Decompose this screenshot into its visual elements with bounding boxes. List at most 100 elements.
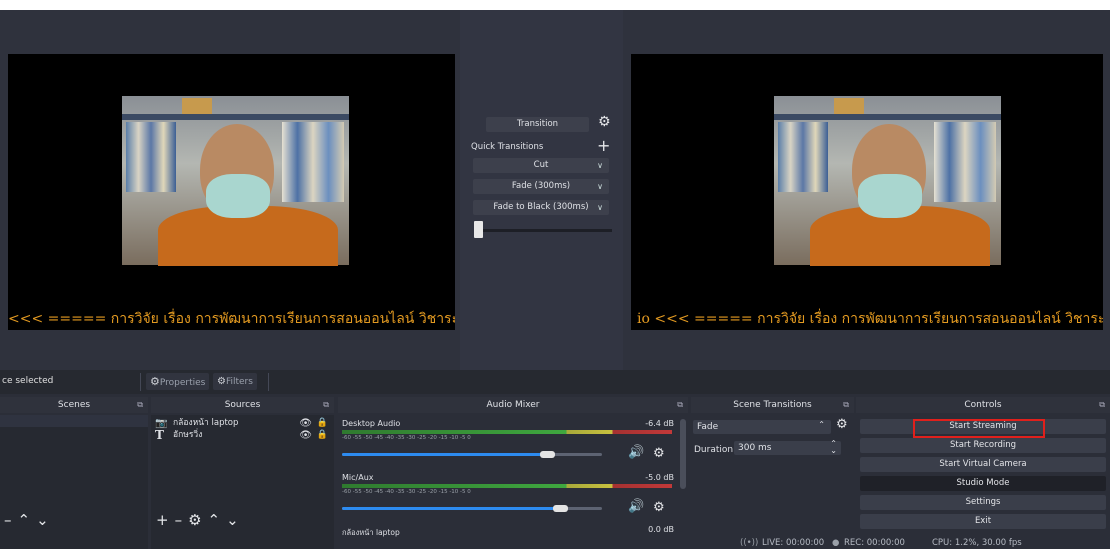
live-broadcast-icon: ((•)) <box>740 538 759 548</box>
audio-mixer-title: Audio Mixer <box>486 400 540 410</box>
quick-transition-fade[interactable]: Fade (300ms) ∨ <box>473 179 609 194</box>
transition-select-value: Fade <box>697 422 719 432</box>
studio-preview-area: <<< ===== การวิจัย เรื่อง การพัฒนาการเรี… <box>0 10 1110 370</box>
lock-icon[interactable]: 🔒 <box>317 429 328 442</box>
list-item[interactable]: T อักษรวิ่ง 👁 🔒 <box>151 429 334 442</box>
dock-float-icon[interactable]: ⧉ <box>137 397 143 413</box>
scenes-title: Scenes <box>57 400 91 410</box>
visibility-eye-icon[interactable]: 👁 <box>299 429 312 442</box>
move-down-icon[interactable]: ⌄ <box>36 511 55 529</box>
mixer-channel-db: -5.0 dB <box>645 473 674 482</box>
sources-dock: Sources ⧉ 📷 กล้องหน้า laptop 👁 🔒 T อักษรว… <box>151 397 334 549</box>
controls-dock: Controls ⧉ Start Streaming Start Recordin… <box>856 397 1110 549</box>
volume-slider-handle[interactable] <box>540 451 555 458</box>
properties-label: Properties <box>159 378 206 388</box>
rec-time: REC: 00:00:00 <box>844 538 905 548</box>
filter-icon: ⚙ <box>217 376 226 387</box>
context-divider <box>140 373 141 391</box>
transition-panel: Transition ⚙ Quick Transitions + Cut ∨ Fa… <box>460 10 623 370</box>
rec-dot-icon: ● <box>832 538 840 548</box>
meter-scale: -60 -55 -50 -45 -40 -35 -30 -25 -20 -15 … <box>342 435 471 441</box>
scene-toolbar: –⌃⌄ <box>4 511 55 529</box>
no-source-selected-label: ce selected <box>2 376 54 386</box>
quick-transition-fade-to-black[interactable]: Fade to Black (300ms) ∨ <box>473 200 609 215</box>
duration-label: Duration <box>694 445 734 455</box>
tbar-track[interactable] <box>476 229 612 232</box>
scene-transitions-title: Scene Transitions <box>733 400 812 410</box>
transition-settings-gear-icon[interactable]: ⚙ <box>598 114 611 130</box>
list-item[interactable] <box>0 415 148 427</box>
dock-float-icon[interactable]: ⧉ <box>323 397 329 413</box>
duration-input[interactable]: 300 ms ⌃ ⌄ <box>734 439 841 455</box>
chevron-down-icon[interactable]: ∨ <box>597 179 603 194</box>
volume-slider-fill[interactable] <box>342 507 562 510</box>
remove-source-icon[interactable]: – <box>175 511 189 529</box>
quick-transition-label: Fade (300ms) <box>511 181 571 191</box>
duration-value: 300 ms <box>738 443 772 453</box>
status-bar: ((•)) LIVE: 00:00:00 ● REC: 00:00:00 CPU… <box>690 538 1110 549</box>
move-up-icon[interactable]: ⌃ <box>18 511 37 529</box>
source-settings-gear-icon[interactable]: ⚙ <box>188 511 207 529</box>
source-name: อักษรวิ่ง <box>173 430 203 440</box>
start-recording-button[interactable]: Start Recording <box>860 438 1106 453</box>
quick-transition-cut[interactable]: Cut ∨ <box>473 158 609 173</box>
speaker-icon[interactable]: 🔊 <box>628 499 644 514</box>
quick-transition-label: Fade to Black (300ms) <box>493 202 589 212</box>
move-up-icon[interactable]: ⌃ <box>208 511 227 529</box>
webcam-source <box>122 96 349 266</box>
context-divider <box>268 373 269 391</box>
live-time: LIVE: 00:00:00 <box>762 538 825 548</box>
chevron-down-icon[interactable]: ∨ <box>597 158 603 173</box>
properties-button[interactable]: ⚙Properties <box>146 373 210 390</box>
start-virtual-camera-button[interactable]: Start Virtual Camera <box>860 457 1106 472</box>
volume-slider-fill[interactable] <box>342 453 548 456</box>
audio-meter <box>342 430 672 434</box>
channel-settings-gear-icon[interactable]: ⚙ <box>653 446 665 461</box>
mixer-channel-db: 0.0 dB <box>648 525 674 534</box>
program-canvas: io <<< ===== การวิจัย เรื่อง การพัฒนาการ… <box>631 54 1103 330</box>
studio-mode-button[interactable]: Studio Mode <box>860 476 1106 491</box>
dock-float-icon[interactable]: ⧉ <box>1099 397 1105 413</box>
controls-title: Controls <box>964 400 1002 410</box>
volume-slider-handle[interactable] <box>553 505 568 512</box>
preview-canvas[interactable]: <<< ===== การวิจัย เรื่อง การพัฒนาการเรี… <box>8 54 455 330</box>
chevron-down-icon[interactable]: ∨ <box>597 200 603 215</box>
dock-float-icon[interactable]: ⧉ <box>843 397 849 413</box>
filters-button[interactable]: ⚙Filters <box>213 373 257 390</box>
speaker-icon[interactable]: 🔊 <box>628 445 644 460</box>
audio-meter <box>342 484 672 488</box>
move-down-icon[interactable]: ⌄ <box>226 511 245 529</box>
tbar-handle[interactable] <box>474 221 483 238</box>
quick-transitions-label: Quick Transitions <box>471 142 544 152</box>
remove-scene-icon[interactable]: – <box>4 511 18 529</box>
mixer-channel-name: Desktop Audio <box>342 419 401 428</box>
dock-float-icon[interactable]: ⧉ <box>677 397 683 413</box>
mixer-scrollbar[interactable] <box>680 419 686 489</box>
source-toolbar: +–⚙⌃⌄ <box>156 511 245 529</box>
transition-select[interactable]: Fade ⌃ <box>693 420 831 434</box>
dock-title: Audio Mixer ⧉ <box>338 397 688 413</box>
add-source-icon[interactable]: + <box>156 511 175 529</box>
exit-button[interactable]: Exit <box>860 514 1106 529</box>
dock-title: Scene Transitions ⧉ <box>691 397 854 413</box>
mixer-channel-name: กล้องหน้า laptop <box>342 528 400 537</box>
add-quick-transition-icon[interactable]: + <box>597 136 610 155</box>
spinner-down-icon[interactable]: ⌄ <box>830 446 837 455</box>
window-top-strip <box>0 0 1110 10</box>
scene-transitions-body: Fade ⌃ ⚙ Duration 300 ms ⌃ ⌄ <box>691 415 854 549</box>
webcam-source <box>774 96 1001 266</box>
meter-scale: -60 -55 -50 -45 -40 -35 -30 -25 -20 -15 … <box>342 489 471 495</box>
dock-title: Sources ⧉ <box>151 397 334 413</box>
mixer-channel-name: Mic/Aux <box>342 473 374 482</box>
sources-title: Sources <box>224 400 261 410</box>
audio-mixer-dock: Audio Mixer ⧉ Desktop Audio -6.4 dB -60 -… <box>338 397 688 549</box>
transition-button[interactable]: Transition <box>486 117 589 132</box>
highlight-box <box>913 419 1045 438</box>
channel-settings-gear-icon[interactable]: ⚙ <box>653 500 665 515</box>
settings-button[interactable]: Settings <box>860 495 1106 510</box>
scrolling-text-source: io <<< ===== การวิจัย เรื่อง การพัฒนาการ… <box>637 311 1103 327</box>
quick-transition-label: Cut <box>533 160 549 170</box>
gear-icon: ⚙ <box>150 375 160 388</box>
cpu-status: CPU: 1.2%, 30.00 fps <box>932 538 1022 548</box>
transition-properties-gear-icon[interactable]: ⚙ <box>836 417 848 432</box>
